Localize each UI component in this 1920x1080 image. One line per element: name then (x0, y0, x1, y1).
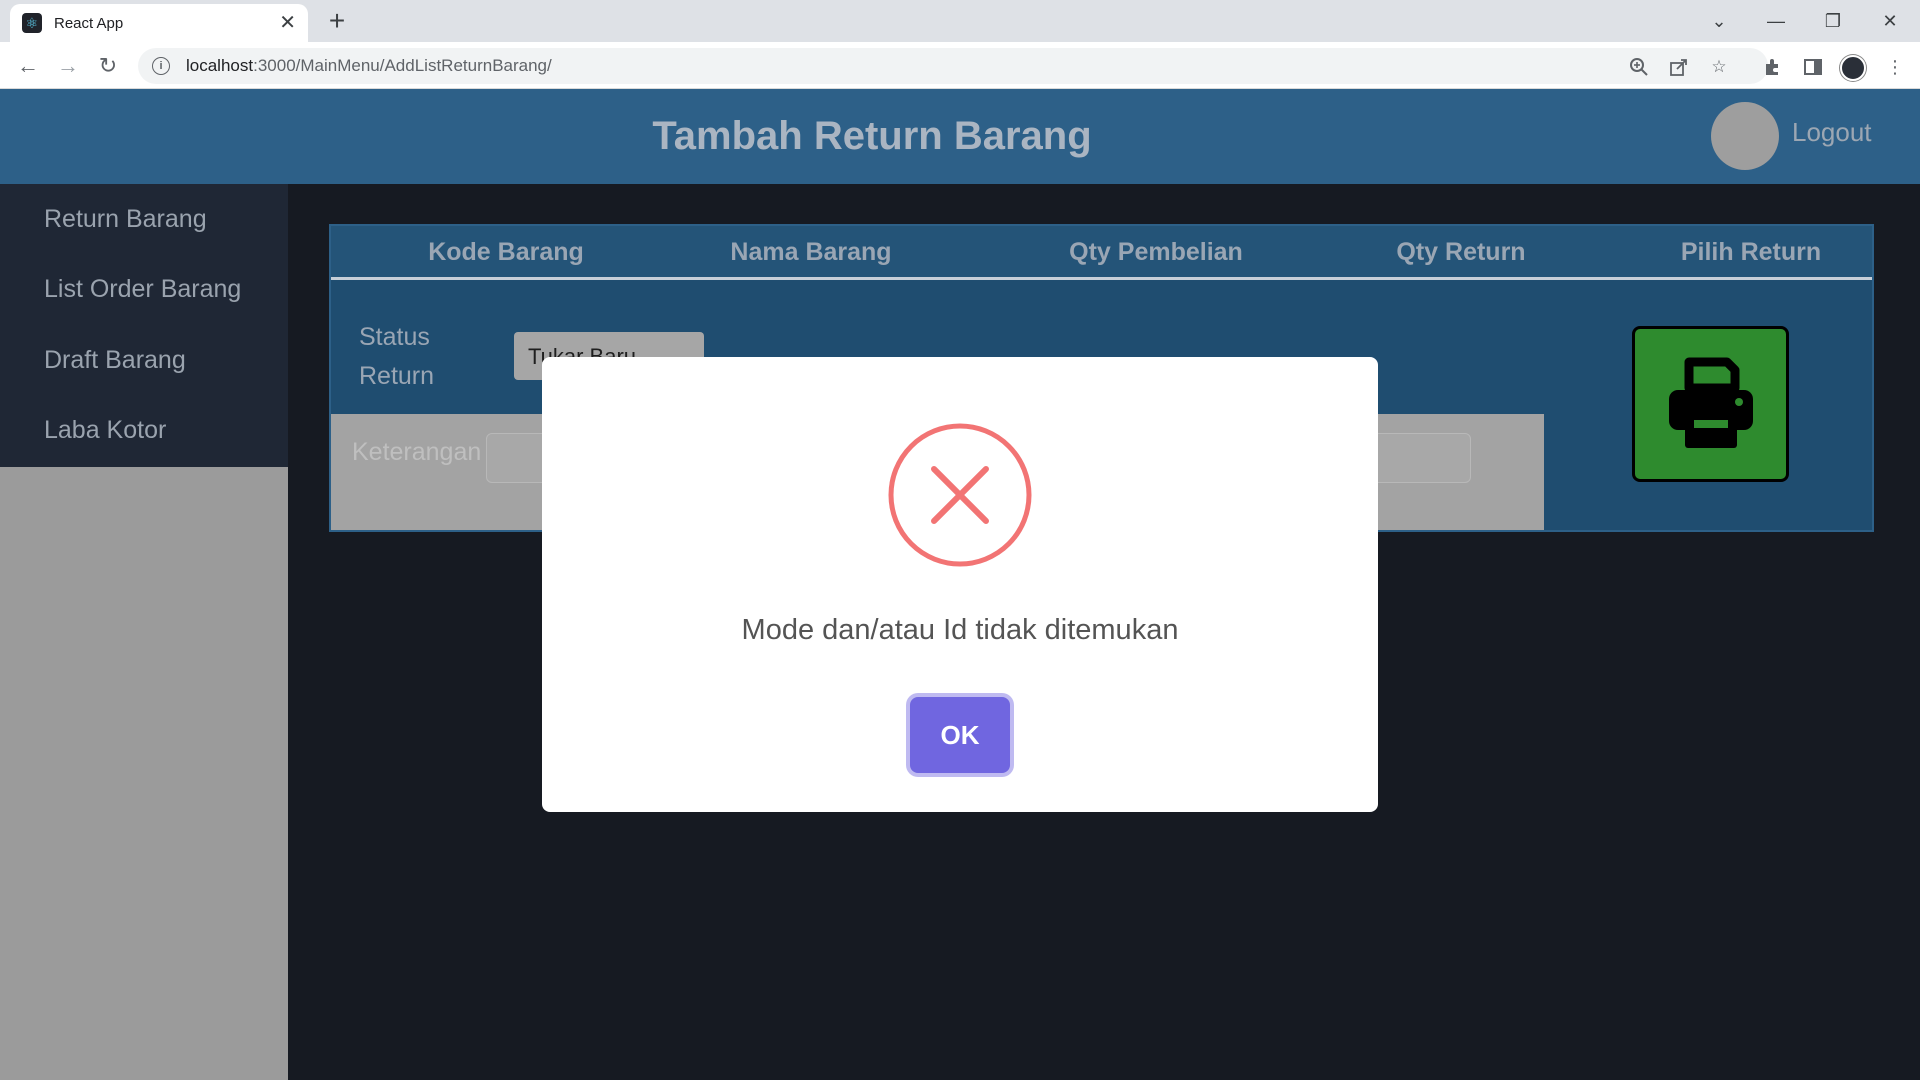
address-bar[interactable]: i localhost:3000/MainMenu/AddListReturnB… (138, 48, 1768, 84)
error-dialog: Mode dan/atau Id tidak ditemukan OK (542, 357, 1378, 812)
dialog-message: Mode dan/atau Id tidak ditemukan (741, 614, 1179, 646)
browser-tab[interactable]: ⚛ React App ✕ (10, 4, 308, 42)
new-tab-button[interactable]: + (322, 5, 352, 36)
reload-button[interactable]: ↻ (92, 50, 124, 82)
zoom-icon[interactable] (1628, 56, 1650, 78)
menu-kebab-icon[interactable]: ⋮ (1884, 56, 1906, 78)
minimize-button[interactable]: — (1756, 4, 1796, 38)
restore-button[interactable]: ❐ (1813, 4, 1853, 38)
bookmark-star-icon[interactable]: ☆ (1708, 56, 1730, 78)
tab-title: React App (54, 14, 124, 32)
side-panel-icon[interactable] (1802, 56, 1824, 78)
site-info-icon[interactable]: i (152, 57, 170, 75)
react-favicon-icon: ⚛ (22, 13, 42, 33)
back-button[interactable]: ← (12, 50, 44, 82)
close-window-button[interactable]: ✕ (1870, 4, 1910, 38)
forward-button[interactable]: → (52, 50, 84, 82)
share-icon[interactable] (1668, 56, 1690, 78)
ok-button[interactable]: OK (910, 697, 1010, 773)
profile-avatar[interactable] (1840, 55, 1866, 81)
browser-toolbar: ← → ↻ i localhost:3000/MainMenu/AddListR… (0, 42, 1920, 89)
browser-tabbar: ⚛ React App ✕ + ⌄ — ❐ ✕ (0, 0, 1920, 42)
tab-search-icon[interactable]: ⌄ (1699, 4, 1739, 38)
extensions-icon[interactable] (1762, 56, 1784, 78)
error-icon (888, 423, 1032, 567)
url-text: localhost:3000/MainMenu/AddListReturnBar… (186, 56, 552, 75)
tab-close-icon[interactable]: ✕ (279, 13, 296, 33)
